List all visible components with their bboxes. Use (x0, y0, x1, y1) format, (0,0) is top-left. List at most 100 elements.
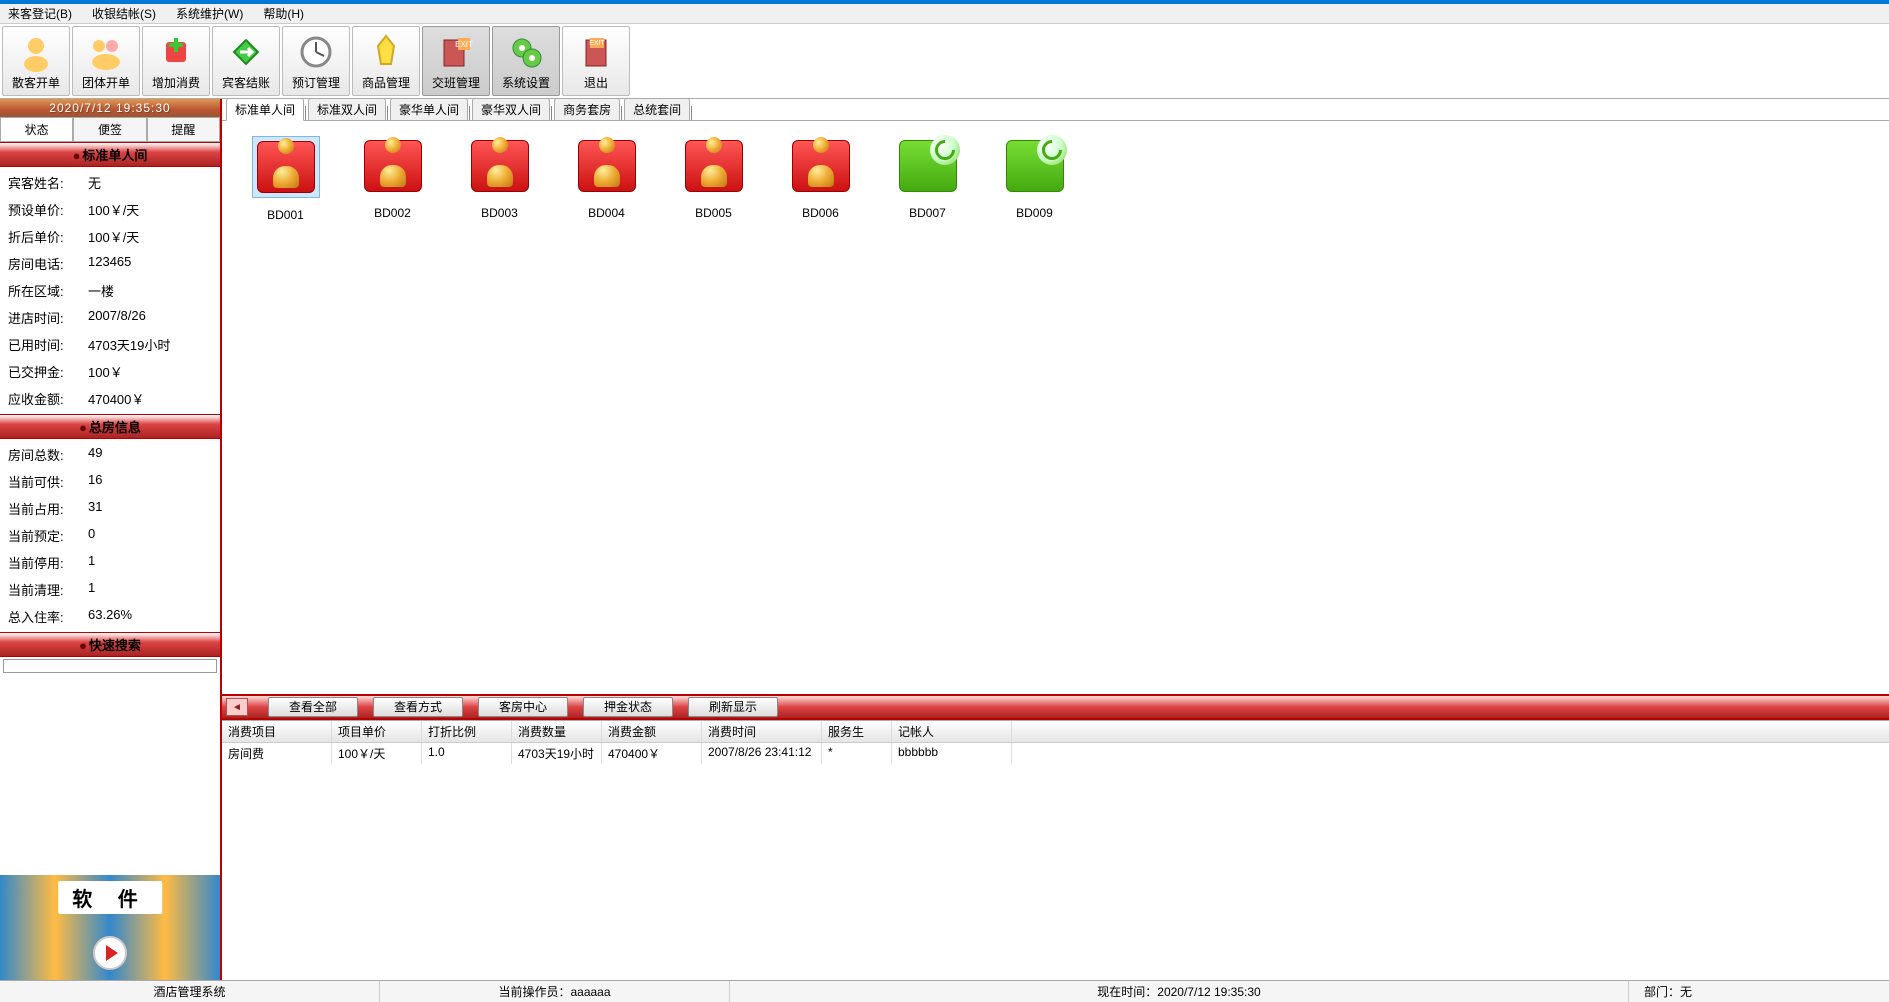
info-value: 123465 (78, 254, 212, 273)
room-tab[interactable]: 豪华双人间 (472, 98, 550, 120)
info-row: 折后单价:100￥/天 (0, 223, 220, 250)
info-label: 已交押金: (8, 362, 78, 381)
menu-system[interactable]: 系统维护(W) (176, 5, 243, 22)
checkout-icon (226, 32, 266, 72)
room-tab[interactable]: 标准双人间 (308, 98, 386, 120)
room-item[interactable]: BD005 (660, 136, 767, 236)
table-cell: bbbbbb (892, 743, 1012, 764)
room-item[interactable]: BD001 (232, 136, 339, 236)
info-label: 当前可供: (8, 472, 78, 491)
table-row[interactable]: 房间费100￥/天1.04703天19小时470400￥2007/8/26 23… (222, 743, 1889, 764)
action-button[interactable]: 查看全部 (268, 697, 358, 717)
menu-guest[interactable]: 来客登记(B) (8, 5, 72, 22)
table-cell: * (822, 743, 892, 764)
room-item[interactable]: BD002 (339, 136, 446, 236)
table-header-cell[interactable]: 项目单价 (332, 721, 422, 742)
room-code: BD005 (695, 206, 732, 220)
status-time: 现在时间：2020/7/12 19:35:30 (730, 981, 1629, 1002)
sidebar-tab-status[interactable]: 状态 (0, 117, 73, 141)
table-header-cell[interactable]: 服务生 (822, 721, 892, 742)
sidebar-tab-reminder[interactable]: 提醒 (147, 117, 220, 141)
table-cell: 100￥/天 (332, 743, 422, 764)
svg-text:EXIT: EXIT (455, 40, 473, 49)
toolbar-label: 增加消费 (152, 74, 200, 91)
room-item[interactable]: BD006 (767, 136, 874, 236)
goods-icon (366, 32, 406, 72)
room-item[interactable]: BD009 (981, 136, 1088, 236)
toolbar-label: 交班管理 (432, 74, 480, 91)
consumption-table: 消费项目项目单价打折比例消费数量消费金额消费时间服务生记帐人 房间费100￥/天… (222, 720, 1889, 980)
room-tab[interactable]: 豪华单人间 (390, 98, 468, 120)
room-occupied-icon (685, 140, 743, 192)
toolbar-add-consumption[interactable]: 增加消费 (142, 26, 210, 96)
table-header-cell[interactable]: 消费项目 (222, 721, 332, 742)
info-label: 当前清理: (8, 580, 78, 599)
sidebar-tabs: 状态 便签 提醒 (0, 117, 220, 142)
info-row: 总入住率:63.26% (0, 603, 220, 630)
room-vacant-icon (1006, 140, 1064, 192)
info-value: 49 (78, 445, 212, 464)
room-tab[interactable]: 总统套间 (624, 98, 690, 120)
toolbar-checkout[interactable]: 宾客结账 (212, 26, 280, 96)
status-app: 酒店管理系统 (0, 981, 380, 1002)
action-button[interactable]: 查看方式 (373, 697, 463, 717)
info-row: 进店时间:2007/8/26 (0, 304, 220, 331)
action-button[interactable]: 客房中心 (478, 697, 568, 717)
info-row: 预设单价:100￥/天 (0, 196, 220, 223)
play-icon[interactable] (93, 936, 127, 970)
info-value: 31 (78, 499, 212, 518)
table-header-cell[interactable]: 打折比例 (422, 721, 512, 742)
info-row: 当前可供:16 (0, 468, 220, 495)
toolbar-single-guest[interactable]: 散客开单 (2, 26, 70, 96)
room-item[interactable]: BD004 (553, 136, 660, 236)
toolbar-settings[interactable]: 系统设置 (492, 26, 560, 96)
table-cell: 房间费 (222, 743, 332, 764)
info-value: 100￥/天 (78, 227, 212, 246)
table-header-cell[interactable]: 消费时间 (702, 721, 822, 742)
room-occupied-icon (578, 140, 636, 192)
room-tab[interactable]: 商务套房 (554, 98, 620, 120)
info-value: 63.26% (78, 607, 212, 626)
info-value: 一楼 (78, 281, 212, 300)
info-label: 总入住率: (8, 607, 78, 626)
table-header-cell[interactable]: 消费金额 (602, 721, 702, 742)
toolbar-label: 宾客结账 (222, 74, 270, 91)
room-item[interactable]: BD007 (874, 136, 981, 236)
reservation-icon (296, 32, 336, 72)
quick-search-input[interactable] (3, 659, 217, 673)
toolbar-goods[interactable]: 商品管理 (352, 26, 420, 96)
menu-cashier[interactable]: 收银结帐(S) (92, 5, 156, 22)
promo-label: 软 件 (58, 881, 162, 914)
info-label: 预设单价: (8, 200, 78, 219)
room-item[interactable]: BD003 (446, 136, 553, 236)
toolbar-shift[interactable]: EXIT 交班管理 (422, 26, 490, 96)
collapse-icon[interactable]: ◄ (226, 698, 248, 716)
info-label: 已用时间: (8, 335, 78, 354)
table-cell: 4703天19小时 (512, 743, 602, 764)
table-header: 消费项目项目单价打折比例消费数量消费金额消费时间服务生记帐人 (222, 721, 1889, 743)
table-header-cell[interactable]: 记帐人 (892, 721, 1012, 742)
status-bar: 酒店管理系统 当前操作员：aaaaaa 现在时间：2020/7/12 19:35… (0, 980, 1889, 1002)
action-button[interactable]: 刷新显示 (688, 697, 778, 717)
table-header-cell[interactable]: 消费数量 (512, 721, 602, 742)
info-label: 应收金额: (8, 389, 78, 408)
info-row: 当前预定:0 (0, 522, 220, 549)
info-value: 4703天19小时 (78, 335, 212, 354)
info-row: 宾客姓名:无 (0, 169, 220, 196)
promo-banner: 软 件 (0, 875, 220, 980)
sidebar: 2020/7/12 19:35:30 状态 便签 提醒 标准单人间 宾客姓名:无… (0, 99, 222, 980)
action-button[interactable]: 押金状态 (583, 697, 673, 717)
room-tab[interactable]: 标准单人间 (226, 98, 304, 121)
toolbar-label: 团体开单 (82, 74, 130, 91)
sidebar-tab-notes[interactable]: 便签 (73, 117, 146, 141)
toolbar-reservation[interactable]: 预订管理 (282, 26, 350, 96)
info-label: 房间电话: (8, 254, 78, 273)
info-label: 当前预定: (8, 526, 78, 545)
table-cell: 470400￥ (602, 743, 702, 764)
info-value: 100￥ (78, 362, 212, 381)
toolbar-group-guest[interactable]: 团体开单 (72, 26, 140, 96)
menu-help[interactable]: 帮助(H) (263, 5, 304, 22)
room-code: BD002 (374, 206, 411, 220)
info-value: 1 (78, 553, 212, 572)
toolbar-exit[interactable]: EXIT退出 (562, 26, 630, 96)
